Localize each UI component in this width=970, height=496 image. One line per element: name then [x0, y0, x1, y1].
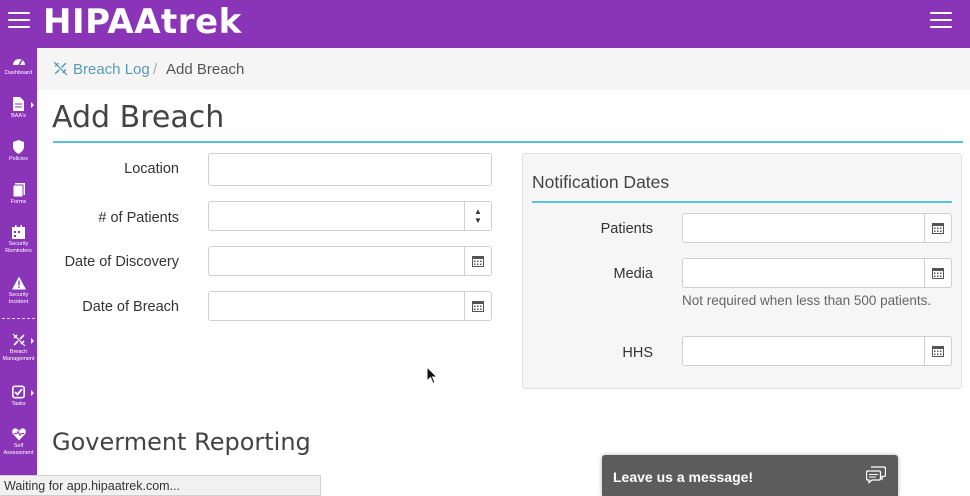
- date-discovery-label: Date of Discovery: [64, 254, 179, 270]
- breadcrumb: Breach Log / Add Breach: [37, 48, 970, 90]
- checkbox-icon: [12, 385, 25, 399]
- sidebar-item-label: Security Reminders: [5, 241, 32, 254]
- forms-icon: [12, 183, 25, 197]
- broken-link-icon: [12, 333, 25, 347]
- date-breach-label: Date of Breach: [82, 299, 179, 315]
- sidebar-item-dashboard[interactable]: Dashboard: [0, 54, 37, 77]
- sidebar-item-security-reminders[interactable]: Security Reminders: [0, 225, 37, 254]
- panel-divider: [532, 201, 952, 203]
- calendar-icon: [472, 301, 484, 312]
- shield-icon: [13, 140, 24, 154]
- calendar-button[interactable]: [464, 247, 491, 275]
- sidebar-item-label: Dashboard: [5, 70, 32, 76]
- app-logo[interactable]: HIPAAtrek: [43, 2, 242, 42]
- breadcrumb-link-breach-log[interactable]: Breach Log: [73, 61, 150, 78]
- stepper-up-icon[interactable]: ▲: [474, 207, 482, 216]
- chat-widget-label: Leave us a message!: [613, 469, 754, 485]
- status-text: Waiting for app.hipaatrek.com...: [4, 479, 181, 493]
- calendar-button[interactable]: [924, 259, 951, 287]
- calendar-icon: [932, 223, 944, 234]
- sidebar-item-label: Security Incident: [8, 292, 29, 305]
- date-breach-field[interactable]: [208, 291, 492, 321]
- main-menu-icon[interactable]: [930, 12, 952, 28]
- title-divider: [53, 141, 963, 143]
- calendar-icon: [12, 225, 25, 239]
- chat-widget[interactable]: Leave us a message!: [602, 455, 898, 496]
- caret-right-icon: [31, 102, 34, 108]
- sidebar-item-label: BAA's: [11, 113, 26, 119]
- calendar-icon: [932, 268, 944, 279]
- caret-right-icon: [31, 338, 34, 344]
- sidebar-item-tasks[interactable]: Tasks: [0, 385, 37, 408]
- browser-status-bar: Waiting for app.hipaatrek.com...: [0, 475, 321, 496]
- dashboard-icon: [12, 59, 25, 66]
- chat-bubbles-icon: [866, 466, 886, 484]
- sidebar-toggle-menu-icon[interactable]: [8, 12, 30, 28]
- patients-count-stepper[interactable]: ▲ ▼: [208, 201, 492, 231]
- hhs-date-field[interactable]: [682, 336, 952, 366]
- warning-icon: [11, 276, 26, 290]
- sidebar-item-label: Policies: [9, 156, 28, 162]
- page-title: Add Breach: [52, 100, 225, 135]
- media-date-field[interactable]: [682, 258, 952, 288]
- government-reporting-heading: Goverment Reporting: [52, 428, 311, 456]
- stepper-down-icon[interactable]: ▼: [474, 216, 482, 225]
- sidebar-item-breach-management[interactable]: Breach Management: [0, 333, 37, 362]
- top-bar: HIPAAtrek: [0, 0, 970, 48]
- breadcrumb-separator: /: [153, 61, 158, 78]
- sidebar-item-forms[interactable]: Forms: [0, 183, 37, 206]
- sidebar: Dashboard BAA's Policies Forms Security …: [0, 48, 37, 496]
- sidebar-divider: [2, 318, 35, 319]
- sidebar-item-security-incident[interactable]: Security Incident: [0, 276, 37, 305]
- patients-count-label: # of Patients: [98, 210, 179, 226]
- calendar-button[interactable]: [464, 292, 491, 320]
- stepper-arrows[interactable]: ▲ ▼: [464, 202, 491, 230]
- sidebar-item-baas[interactable]: BAA's: [0, 97, 37, 120]
- date-discovery-field[interactable]: [208, 246, 492, 276]
- panel-title: Notification Dates: [532, 172, 670, 192]
- sidebar-item-label: Breach Management: [2, 349, 35, 362]
- breadcrumb-current: Add Breach: [166, 61, 245, 78]
- calendar-button[interactable]: [924, 214, 951, 242]
- media-label: Media: [613, 266, 654, 282]
- broken-link-icon: [53, 61, 68, 76]
- caret-right-icon: [31, 390, 34, 396]
- heartbeat-icon: [11, 428, 26, 441]
- patients-date-field[interactable]: [682, 213, 952, 243]
- document-icon: [13, 97, 24, 111]
- mouse-cursor-icon: [426, 366, 438, 385]
- location-label: Location: [124, 161, 179, 177]
- location-input[interactable]: [208, 153, 492, 186]
- notification-dates-panel: Notification Dates Patients Media Not re…: [522, 153, 962, 389]
- sidebar-item-policies[interactable]: Policies: [0, 140, 37, 163]
- calendar-icon: [472, 256, 484, 267]
- hhs-label: HHS: [622, 345, 653, 361]
- patients-label: Patients: [600, 221, 653, 237]
- sidebar-item-label: Forms: [10, 199, 27, 205]
- media-help-text: Not required when less than 500 patients…: [682, 293, 932, 308]
- sidebar-item-label: Self Assessment: [3, 443, 34, 456]
- calendar-icon: [932, 346, 944, 357]
- sidebar-item-self-assessment[interactable]: Self Assessment: [0, 427, 37, 456]
- calendar-button[interactable]: [924, 337, 951, 365]
- sidebar-item-label: Tasks: [11, 401, 26, 407]
